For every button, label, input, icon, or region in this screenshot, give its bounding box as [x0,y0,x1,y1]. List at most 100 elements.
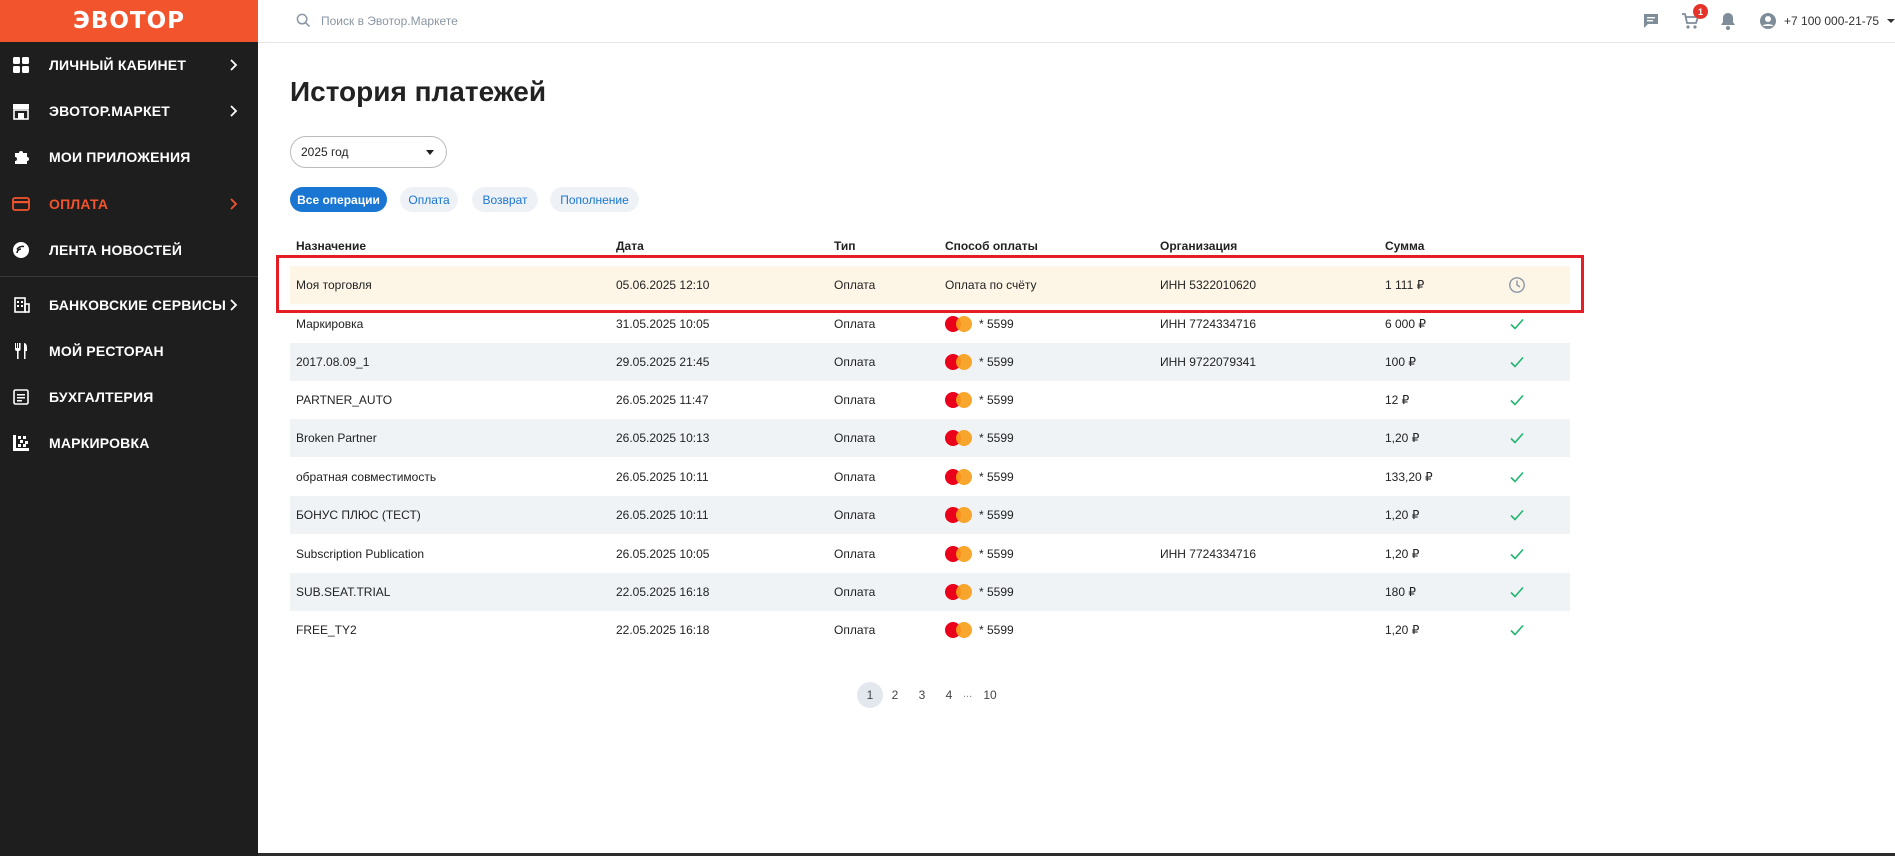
column-header-2: Тип [834,239,856,253]
table-row[interactable]: SUB.SEAT.TRIAL 22.05.2025 16:18 Оплата *… [290,573,1570,611]
chevron-right-icon [230,105,238,117]
logo[interactable]: ЭВОТОР [0,0,258,42]
check-icon [1510,356,1524,368]
bell-icon[interactable] [1718,11,1738,31]
cell-type: Оплата [834,470,876,484]
column-header-3: Способ оплаты [945,239,1038,253]
puzzle-icon [12,148,30,166]
cell-date: 22.05.2025 16:18 [616,585,710,599]
sidebar-item-2[interactable]: МОИ ПРИЛОЖЕНИЯ [0,137,258,177]
sidebar: ЭВОТОР ЛИЧНЫЙ КАБИНЕТ ЭВОТОР.МАРКЕТ МОИ … [0,0,258,856]
sidebar-item-label: МОЙ РЕСТОРАН [49,343,164,359]
check-icon [1510,318,1524,330]
cell-type: Оплата [834,393,876,407]
filter-chip-2[interactable]: Возврат [472,187,538,212]
cell-type: Оплата [834,623,876,637]
cell-date: 26.05.2025 10:11 [616,508,709,522]
check-icon [1510,586,1524,598]
mastercard-icon [945,315,973,333]
fork-knife-icon [12,342,30,360]
check-icon [1510,471,1524,483]
cell-purpose: PARTNER_AUTO [296,393,393,407]
cell-type: Оплата [834,355,876,369]
user-phone[interactable]: +7 100 000-21-75 [1784,14,1879,28]
mastercard-icon [945,621,973,639]
payment-method-text: * 5599 [979,585,1014,599]
check-icon [1510,432,1524,444]
page-1[interactable]: 1 [857,682,883,708]
cell-date: 26.05.2025 10:13 [616,431,710,445]
sidebar-item-4[interactable]: ЛЕНТА НОВОСТЕЙ [0,230,258,270]
page-2[interactable]: 2 [884,682,906,708]
cell-amount: 180 ₽ [1385,585,1416,599]
sidebar-item-label: МАРКИРОВКА [49,435,150,451]
page-3[interactable]: 3 [911,682,933,708]
cell-payment-method: * 5599 [945,496,1014,534]
cell-payment-method: * 5599 [945,419,1014,457]
sidebar-item-1[interactable]: ЭВОТОР.МАРКЕТ [0,91,258,131]
table-row[interactable]: БОНУС ПЛЮС (ТЕСТ) 26.05.2025 10:11 Оплат… [290,496,1570,534]
caret-down-icon [426,150,434,155]
dashboard-grid-icon [12,56,30,74]
user-icon[interactable] [1758,11,1778,31]
cell-payment-method: * 5599 [945,535,1014,573]
table-row[interactable]: PARTNER_AUTO 26.05.2025 11:47 Оплата * 5… [290,381,1570,419]
sidebar-item-label: ЭВОТОР.МАРКЕТ [49,103,170,119]
cell-type: Оплата [834,508,876,522]
highlight-frame [276,255,1584,313]
sidebar-item-label: БАНКОВСКИЕ СЕРВИСЫ [49,297,227,313]
sidebar-item-8[interactable]: МАРКИРОВКА [0,423,258,463]
mastercard-icon [945,391,973,409]
table-row[interactable]: FREE_TY2 22.05.2025 16:18 Оплата * 5599 … [290,611,1570,649]
mastercard-icon [945,506,973,524]
cell-organization: ИНН 9722079341 [1160,355,1257,369]
cell-purpose: БОНУС ПЛЮС (ТЕСТ) [296,508,421,522]
cell-organization: ИНН 7724334716 [1160,547,1257,561]
table-row[interactable]: 2017.08.09_1 29.05.2025 21:45 Оплата * 5… [290,343,1570,381]
mastercard-icon [945,429,973,447]
cell-purpose: Broken Partner [296,431,377,445]
payment-method-text: * 5599 [979,431,1014,445]
year-select[interactable]: 2025 год [290,136,447,168]
chat-icon[interactable] [1641,11,1661,31]
payment-method-text: * 5599 [979,508,1014,522]
logo-text: ЭВОТОР [72,8,186,34]
search-input[interactable] [321,11,721,31]
cell-amount: 1,20 ₽ [1385,508,1420,522]
filter-chip-3[interactable]: Пополнение [550,187,639,212]
filter-chip-1[interactable]: Оплата [400,187,458,212]
cell-purpose: Subscription Publication [296,547,425,561]
check-icon [1510,624,1524,636]
sidebar-divider [0,276,258,277]
sidebar-item-7[interactable]: БУХГАЛТЕРИЯ [0,377,258,417]
pagination-ellipsis: ... [963,688,973,700]
sidebar-item-label: ЛЕНТА НОВОСТЕЙ [49,242,183,258]
cell-payment-method: * 5599 [945,458,1014,496]
sidebar-item-6[interactable]: МОЙ РЕСТОРАН [0,331,258,371]
sidebar-item-label: ОПЛАТА [49,196,109,212]
credit-card-icon [12,195,30,213]
cell-purpose: 2017.08.09_1 [296,355,370,369]
table-row[interactable]: Subscription Publication 26.05.2025 10:0… [290,535,1570,573]
ledger-icon [12,388,30,406]
cart-count-badge: 1 [1693,4,1708,19]
check-icon [1510,509,1524,521]
page-4[interactable]: 4 [938,682,960,708]
payment-method-text: * 5599 [979,317,1014,331]
check-icon [1510,548,1524,560]
mastercard-icon [945,545,973,563]
sidebar-item-0[interactable]: ЛИЧНЫЙ КАБИНЕТ [0,45,258,85]
table-row[interactable]: Broken Partner 26.05.2025 10:13 Оплата *… [290,419,1570,457]
filter-chip-0[interactable]: Все операции [290,187,387,212]
cell-purpose: FREE_TY2 [296,623,357,637]
sidebar-item-5[interactable]: БАНКОВСКИЕ СЕРВИСЫ [0,285,258,325]
cell-purpose: SUB.SEAT.TRIAL [296,585,391,599]
mastercard-icon [945,353,973,371]
sidebar-item-3[interactable]: ОПЛАТА [0,184,258,224]
sidebar-item-label: МОИ ПРИЛОЖЕНИЯ [49,149,191,165]
cell-date: 22.05.2025 16:18 [616,623,710,637]
page-last[interactable]: 10 [978,682,1002,708]
chevron-down-icon[interactable] [1887,17,1895,25]
cell-purpose: обратная совместимость [296,470,437,484]
table-row[interactable]: обратная совместимость 26.05.2025 10:11 … [290,458,1570,496]
